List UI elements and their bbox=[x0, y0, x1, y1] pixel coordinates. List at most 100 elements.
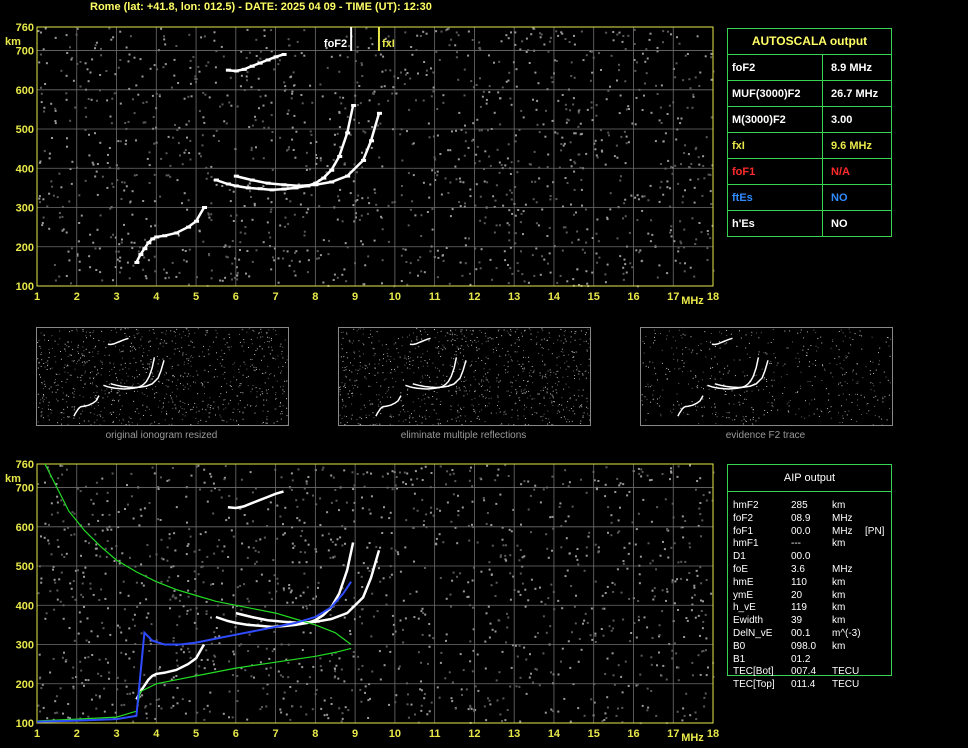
noise-speck bbox=[480, 248, 483, 251]
noise-speck bbox=[479, 195, 482, 198]
noise-speck bbox=[448, 282, 451, 285]
noise-speck bbox=[210, 165, 213, 168]
noise-speck bbox=[498, 224, 501, 227]
x-tick-label: 14 bbox=[548, 291, 561, 303]
noise-speck bbox=[230, 346, 232, 348]
noise-speck bbox=[56, 374, 58, 375]
noise-speck bbox=[344, 706, 347, 709]
noise-speck bbox=[97, 351, 99, 353]
aip-value: 3.6 bbox=[791, 564, 805, 575]
noise-speck bbox=[125, 685, 128, 688]
noise-speck bbox=[451, 469, 454, 471]
noise-speck bbox=[462, 349, 464, 351]
noise-speck bbox=[456, 386, 457, 388]
noise-speck bbox=[529, 653, 531, 656]
noise-speck bbox=[383, 506, 385, 509]
noise-speck bbox=[188, 120, 190, 123]
noise-speck bbox=[40, 577, 43, 580]
noise-speck bbox=[142, 367, 144, 368]
noise-speck bbox=[465, 329, 467, 331]
noise-speck bbox=[463, 386, 465, 388]
noise-speck bbox=[74, 390, 75, 392]
noise-speck bbox=[272, 559, 275, 561]
x-tick-label: 18 bbox=[707, 728, 719, 740]
noise-speck bbox=[210, 175, 213, 178]
noise-speck bbox=[302, 216, 305, 218]
noise-speck bbox=[119, 351, 121, 353]
noise-speck bbox=[412, 365, 414, 367]
noise-speck bbox=[429, 183, 432, 186]
noise-speck bbox=[402, 481, 405, 484]
noise-speck bbox=[357, 386, 359, 388]
noise-speck bbox=[420, 356, 422, 358]
noise-speck bbox=[156, 392, 158, 394]
noise-speck bbox=[455, 329, 457, 331]
noise-speck bbox=[511, 416, 513, 418]
noise-speck bbox=[841, 385, 843, 387]
noise-speck bbox=[62, 520, 65, 523]
noise-speck bbox=[166, 356, 168, 357]
noise-speck bbox=[459, 368, 461, 370]
noise-speck bbox=[440, 193, 443, 196]
noise-speck bbox=[63, 408, 65, 410]
noise-speck bbox=[364, 368, 366, 370]
noise-speck bbox=[563, 342, 565, 344]
noise-speck bbox=[688, 348, 690, 350]
noise-speck bbox=[535, 247, 538, 250]
noise-speck bbox=[587, 407, 589, 409]
noise-speck bbox=[92, 593, 95, 596]
noise-speck bbox=[351, 471, 354, 474]
noise-speck bbox=[689, 266, 692, 269]
noise-speck bbox=[255, 38, 258, 41]
noise-speck bbox=[422, 394, 424, 396]
noise-speck bbox=[54, 712, 57, 715]
y-tick-label: 600 bbox=[16, 85, 34, 97]
noise-speck bbox=[71, 406, 73, 408]
noise-speck bbox=[532, 681, 534, 684]
noise-speck bbox=[693, 201, 696, 204]
noise-speck bbox=[153, 332, 155, 334]
noise-speck bbox=[113, 400, 115, 402]
noise-speck bbox=[666, 113, 669, 115]
noise-speck bbox=[445, 483, 447, 486]
noise-speck bbox=[94, 366, 96, 368]
echo-trace bbox=[135, 206, 206, 264]
noise-speck bbox=[106, 186, 109, 189]
noise-speck bbox=[112, 421, 113, 423]
noise-speck bbox=[129, 350, 131, 352]
noise-speck bbox=[517, 374, 519, 376]
noise-speck bbox=[270, 114, 273, 117]
noise-speck bbox=[507, 475, 510, 477]
noise-speck bbox=[255, 369, 257, 370]
noise-speck bbox=[573, 170, 576, 173]
noise-speck bbox=[505, 544, 507, 547]
noise-speck bbox=[558, 335, 560, 337]
noise-speck bbox=[73, 512, 76, 515]
autoscala-key: foF1 bbox=[728, 159, 823, 184]
noise-speck bbox=[261, 422, 263, 424]
noise-speck bbox=[231, 674, 234, 676]
noise-speck bbox=[188, 358, 190, 360]
noise-speck bbox=[734, 394, 736, 396]
noise-speck bbox=[575, 351, 577, 353]
noise-speck bbox=[262, 687, 265, 690]
noise-speck bbox=[388, 359, 390, 361]
noise-speck bbox=[868, 410, 870, 412]
noise-speck bbox=[530, 672, 532, 675]
noise-speck bbox=[353, 340, 354, 342]
noise-speck bbox=[554, 401, 555, 403]
noise-speck bbox=[528, 372, 530, 374]
noise-speck bbox=[527, 480, 530, 483]
noise-speck bbox=[133, 241, 136, 244]
noise-speck bbox=[525, 37, 528, 40]
noise-speck bbox=[345, 280, 348, 283]
x-tick-label: 12 bbox=[468, 728, 480, 740]
noise-speck bbox=[283, 691, 286, 694]
noise-speck bbox=[74, 106, 77, 109]
noise-speck bbox=[165, 174, 168, 177]
noise-speck bbox=[637, 198, 640, 201]
noise-speck bbox=[61, 553, 63, 556]
noise-speck bbox=[65, 395, 67, 397]
noise-speck bbox=[136, 369, 137, 371]
noise-speck bbox=[326, 713, 329, 716]
